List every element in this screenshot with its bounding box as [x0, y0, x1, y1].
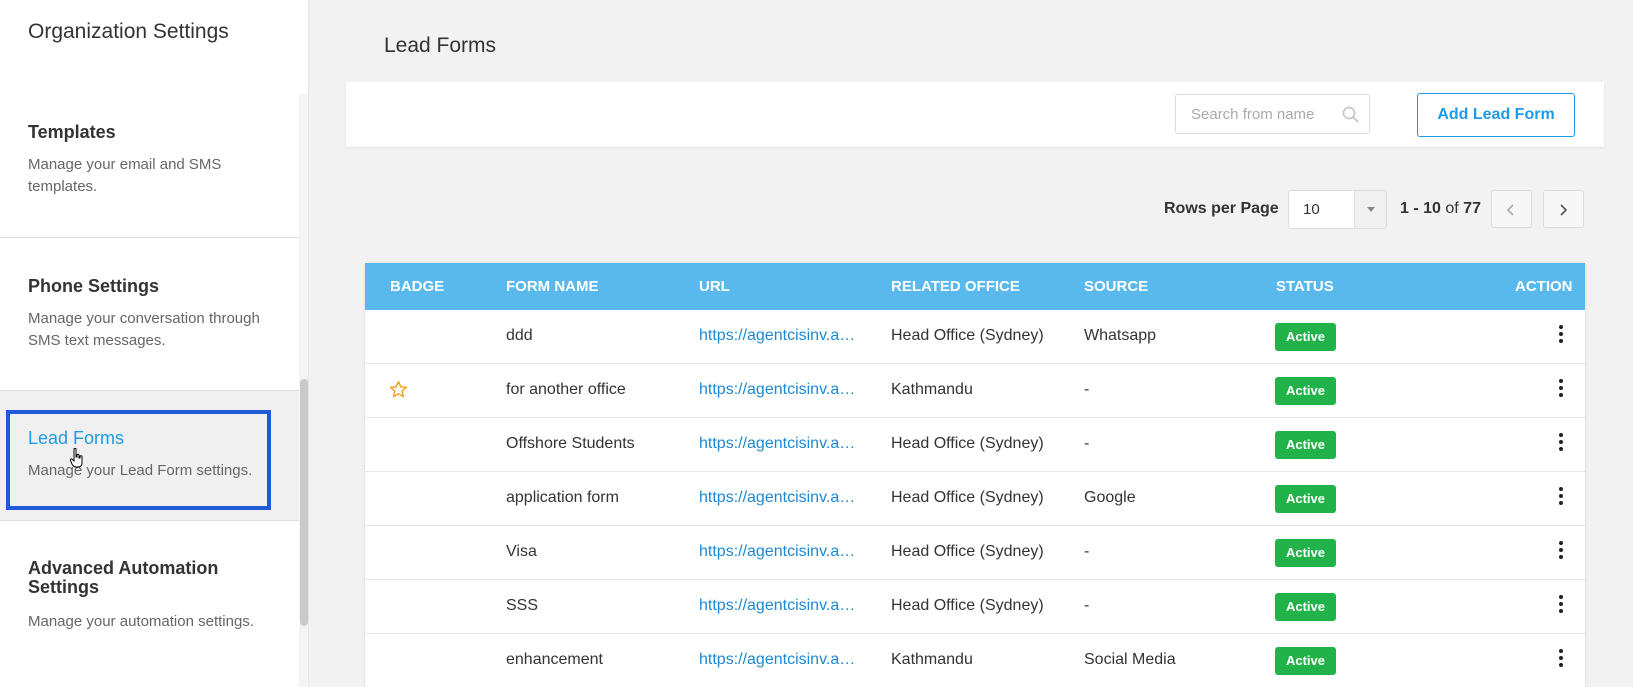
more-actions-icon[interactable]	[1556, 433, 1566, 453]
status-badge: Active	[1275, 593, 1336, 621]
table-row[interactable]: application form https://agentcisinv.ag.…	[365, 472, 1585, 526]
more-actions-icon[interactable]	[1556, 325, 1566, 345]
cell-source: Whatsapp	[1084, 327, 1157, 344]
col-badge: BADGE	[390, 278, 445, 295]
search-input[interactable]	[1176, 95, 1336, 133]
table-row[interactable]: ddd https://agentcisinv.ag... Head Offic…	[365, 310, 1585, 364]
sidebar-item-title: Templates	[28, 122, 116, 142]
settings-sidebar: Organization Settings Templates Manage y…	[0, 0, 309, 687]
more-actions-icon[interactable]	[1556, 487, 1566, 507]
table-row[interactable]: for another office https://agentcisinv.a…	[365, 364, 1585, 418]
more-actions-icon[interactable]	[1556, 649, 1566, 669]
cell-form-name: enhancement	[506, 651, 603, 668]
cell-office: Head Office (Sydney)	[891, 327, 1044, 344]
cell-source: -	[1084, 381, 1090, 398]
cell-source: -	[1084, 597, 1090, 614]
cell-url-link[interactable]: https://agentcisinv.ag...	[699, 327, 861, 345]
star-icon[interactable]	[389, 380, 408, 399]
sidebar-item-title: Phone Settings	[28, 276, 160, 296]
table-row[interactable]: Visa https://agentcisinv.ag... Head Offi…	[365, 526, 1585, 580]
more-actions-icon[interactable]	[1556, 541, 1566, 561]
cell-office: Kathmandu	[891, 651, 973, 668]
cell-source: Social Media	[1084, 651, 1176, 668]
table-header: BADGE FORM NAME URL RELATED OFFICE SOURC…	[365, 263, 1585, 310]
cell-source: -	[1084, 435, 1090, 452]
cell-form-name: Offshore Students	[506, 435, 635, 452]
sidebar-title: Organization Settings	[28, 20, 229, 43]
sidebar-scrollbar-thumb[interactable]	[300, 379, 308, 626]
cell-office: Head Office (Sydney)	[891, 489, 1044, 506]
lead-forms-table: BADGE FORM NAME URL RELATED OFFICE SOURC…	[365, 263, 1585, 687]
cell-office: Head Office (Sydney)	[891, 597, 1044, 614]
status-badge: Active	[1275, 323, 1336, 351]
more-actions-icon[interactable]	[1556, 595, 1566, 615]
sidebar-item-desc: Manage your automation settings.	[28, 613, 254, 630]
range-total: 77	[1463, 200, 1481, 217]
chevron-left-icon	[1506, 204, 1514, 216]
status-badge: Active	[1275, 377, 1336, 405]
cell-url-link[interactable]: https://agentcisinv.ag...	[699, 543, 861, 561]
table-row[interactable]: enhancement https://agentcisinv.ag... Ka…	[365, 634, 1585, 687]
col-source: SOURCE	[1084, 278, 1149, 295]
col-url: URL	[699, 278, 730, 295]
sidebar-item-phone-settings[interactable]: Phone Settings Manage your conversation …	[0, 238, 299, 391]
page-title: Lead Forms	[384, 34, 497, 57]
search-box[interactable]	[1175, 94, 1370, 134]
status-badge: Active	[1275, 539, 1336, 567]
rows-per-page-select[interactable]: 10	[1288, 190, 1387, 229]
cell-url-link[interactable]: https://agentcisinv.ag...	[699, 381, 861, 399]
cell-form-name: application form	[506, 489, 619, 506]
toolbar: Add Lead Form	[346, 82, 1604, 147]
cell-form-name: for another office	[506, 381, 626, 398]
rows-per-page-value: 10	[1303, 201, 1320, 218]
cell-url-link[interactable]: https://agentcisinv.ag...	[699, 435, 861, 453]
cell-office: Head Office (Sydney)	[891, 543, 1044, 560]
rows-per-page-label: Rows per Page	[1164, 200, 1279, 217]
cell-form-name: SSS	[506, 597, 539, 614]
more-actions-icon[interactable]	[1556, 379, 1566, 399]
status-badge: Active	[1275, 431, 1336, 459]
cell-source: -	[1084, 543, 1090, 560]
chevron-down-icon[interactable]	[1354, 191, 1386, 228]
cell-form-name: ddd	[506, 327, 533, 344]
col-status: STATUS	[1276, 278, 1334, 295]
prev-page-button[interactable]	[1491, 190, 1532, 228]
cell-url-link[interactable]: https://agentcisinv.ag...	[699, 597, 861, 615]
cell-office: Kathmandu	[891, 381, 973, 398]
status-badge: Active	[1275, 485, 1336, 513]
table-row[interactable]: Offshore Students https://agentcisinv.ag…	[365, 418, 1585, 472]
col-related-office: RELATED OFFICE	[891, 278, 1020, 295]
page-range: 1 - 10 of 77	[1400, 200, 1481, 218]
sidebar-item-title: Advanced Automation Settings	[28, 558, 219, 597]
cell-url-link[interactable]: https://agentcisinv.ag...	[699, 489, 861, 507]
sidebar-item-advanced-automation[interactable]: Advanced Automation Settings Manage your…	[0, 521, 299, 687]
cell-url-link[interactable]: https://agentcisinv.ag...	[699, 651, 861, 669]
col-action: ACTION	[1515, 278, 1573, 295]
hand-cursor-icon	[70, 448, 83, 468]
range-of: of	[1445, 200, 1459, 217]
sidebar-item-templates[interactable]: Templates Manage your email and SMS temp…	[0, 94, 299, 238]
search-icon[interactable]	[1342, 106, 1359, 123]
cell-form-name: Visa	[506, 543, 537, 560]
table-row[interactable]: SSS https://agentcisinv.ag... Head Offic…	[365, 580, 1585, 634]
range-value: 1 - 10	[1400, 200, 1441, 217]
cell-source: Google	[1084, 489, 1136, 506]
status-badge: Active	[1275, 647, 1336, 675]
add-lead-form-button[interactable]: Add Lead Form	[1417, 93, 1575, 137]
sidebar-scrollbar[interactable]	[299, 94, 308, 687]
focus-outline	[6, 410, 271, 510]
sidebar-item-desc: Manage your conversation through SMS tex…	[28, 310, 260, 349]
sidebar-item-desc: Manage your email and SMS templates.	[28, 156, 222, 195]
next-page-button[interactable]	[1543, 190, 1584, 228]
chevron-right-icon	[1560, 204, 1568, 216]
col-form-name[interactable]: FORM NAME	[506, 278, 599, 295]
cell-office: Head Office (Sydney)	[891, 435, 1044, 452]
